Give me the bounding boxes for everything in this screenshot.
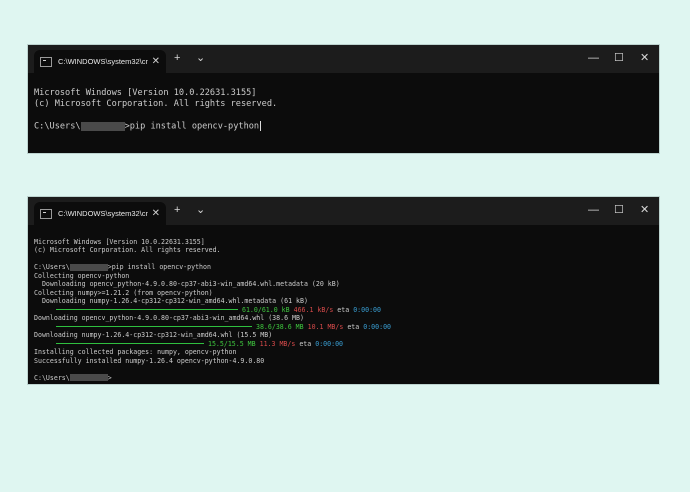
progress-eta: 0:00:00 [353, 305, 381, 314]
prompt-prefix: C:\Users\ [34, 373, 70, 382]
progress-speed: 466.1 kB/s [293, 305, 334, 314]
redacted-username [69, 374, 108, 381]
eta-label: eta [299, 339, 312, 348]
output-line: Downloading numpy-1.26.4-cp312-cp312-win… [34, 297, 308, 305]
progress-eta: 0:00:00 [363, 322, 392, 331]
command-line: C:\Users\ >pip install opencv-python [34, 263, 653, 272]
maximize-button[interactable]: ☐ [614, 203, 624, 217]
output-line: Downloading numpy-1.26.4-cp312-cp312-win… [34, 331, 273, 339]
output-line: Microsoft Windows [Version 10.0.22631.31… [34, 88, 257, 98]
progress-line: 61.0/61.0 kB 466.1 kB/s eta 0:00:00 [34, 306, 653, 315]
prompt-command: >pip install opencv-python [124, 121, 260, 132]
progress-eta: 0:00:00 [315, 339, 344, 348]
terminal-icon [40, 208, 52, 219]
output-line: Downloading opencv_python-4.9.0.80-cp37-… [34, 314, 304, 322]
output-line: Collecting opencv-python [34, 271, 130, 280]
progress-bar [56, 309, 238, 310]
redacted-username [69, 263, 108, 271]
progress-size: 38.6/38.6 MB [255, 322, 304, 331]
tab-close-icon[interactable]: ✕ [152, 56, 160, 67]
progress-bar [56, 326, 252, 327]
tab-title: C:\WINDOWS\system32\cmd. [58, 209, 148, 218]
eta-label: eta [337, 305, 350, 314]
prompt-prefix: C:\Users\ [34, 121, 81, 132]
progress-speed: 10.1 MB/s [307, 322, 344, 331]
progress-line: 15.5/15.5 MB 11.3 MB/s eta 0:00:00 [34, 340, 653, 349]
redacted-username [80, 121, 125, 131]
output-line: (c) Microsoft Corporation. All rights re… [34, 246, 221, 254]
output-line: Downloading opencv_python-4.9.0.80-cp37-… [34, 280, 340, 288]
tab-cmd[interactable]: C:\WINDOWS\system32\cmd. ✕ [34, 50, 166, 73]
new-tab-button[interactable]: + [174, 51, 180, 65]
terminal-window-bottom: C:\WINDOWS\system32\cmd. ✕ + ⌄ — ☐ ✕ Mic… [28, 197, 659, 384]
close-button[interactable]: ✕ [640, 51, 649, 65]
text-cursor [260, 121, 262, 131]
command-line: C:\Users\ > [34, 374, 653, 383]
title-bar: C:\WINDOWS\system32\cmd. ✕ + ⌄ — ☐ ✕ [28, 45, 659, 73]
progress-bar [56, 343, 204, 344]
tab-cmd[interactable]: C:\WINDOWS\system32\cmd. ✕ [34, 202, 166, 225]
tab-close-icon[interactable]: ✕ [152, 208, 160, 219]
new-tab-button[interactable]: + [174, 203, 180, 217]
terminal-output[interactable]: Microsoft Windows [Version 10.0.22631.31… [28, 225, 659, 403]
progress-line: 38.6/38.6 MB 10.1 MB/s eta 0:00:00 [34, 323, 653, 332]
terminal-window-top: C:\WINDOWS\system32\cmd. ✕ + ⌄ — ☐ ✕ Mic… [28, 45, 659, 153]
close-button[interactable]: ✕ [640, 203, 649, 217]
progress-speed: 11.3 MB/s [259, 339, 296, 348]
output-line: (c) Microsoft Corporation. All rights re… [34, 99, 278, 109]
prompt-prefix: C:\Users\ [34, 263, 70, 271]
maximize-button[interactable]: ☐ [614, 51, 624, 65]
dropdown-icon[interactable]: ⌄ [196, 203, 205, 217]
progress-size: 15.5/15.5 MB [207, 339, 256, 348]
minimize-button[interactable]: — [588, 203, 599, 217]
title-bar: C:\WINDOWS\system32\cmd. ✕ + ⌄ — ☐ ✕ [28, 197, 659, 225]
tab-title: C:\WINDOWS\system32\cmd. [58, 57, 148, 66]
output-line: Installing collected packages: numpy, op… [34, 348, 237, 356]
prompt-command: >pip install opencv-python [107, 263, 211, 271]
output-line: Collecting numpy>=1.21.2 (from opencv-py… [34, 288, 213, 297]
terminal-icon [40, 56, 52, 67]
terminal-output[interactable]: Microsoft Windows [Version 10.0.22631.31… [28, 73, 659, 159]
output-line: Microsoft Windows [Version 10.0.22631.31… [34, 237, 205, 246]
dropdown-icon[interactable]: ⌄ [196, 51, 205, 65]
minimize-button[interactable]: — [588, 51, 599, 65]
command-line: C:\Users\ >pip install opencv-python [34, 121, 653, 133]
eta-label: eta [347, 322, 360, 331]
prompt-command: > [107, 373, 112, 382]
output-line: Successfully installed numpy-1.26.4 open… [34, 356, 265, 365]
progress-size: 61.0/61.0 kB [241, 305, 290, 314]
